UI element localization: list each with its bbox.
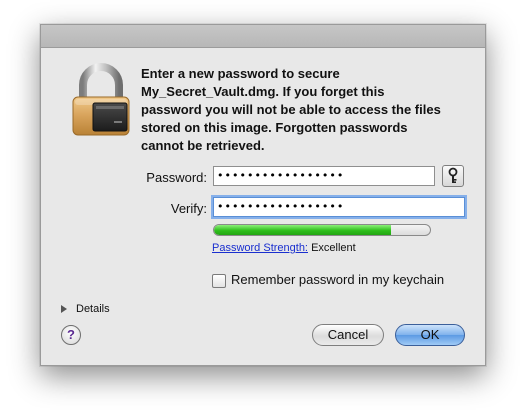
password-dialog: Enter a new password to secure My_Secret… [40, 24, 486, 366]
padlock-icon [69, 61, 133, 137]
key-icon [448, 167, 458, 183]
disclosure-triangle-icon[interactable] [61, 305, 67, 313]
password-strength-link[interactable]: Password Strength: [212, 242, 308, 254]
password-assistant-button[interactable] [442, 165, 464, 187]
password-field[interactable]: ••••••••••••••••• [213, 166, 435, 186]
remember-keychain-checkbox[interactable] [212, 274, 226, 288]
verify-field[interactable]: ••••••••••••••••• [213, 197, 465, 217]
cancel-button[interactable]: Cancel [312, 324, 384, 346]
details-disclosure[interactable]: Details [61, 303, 110, 315]
details-label[interactable]: Details [76, 303, 110, 315]
help-button[interactable]: ? [61, 325, 81, 345]
strength-row: Password Strength: Excellent [212, 242, 356, 254]
password-strength-meter [213, 224, 431, 236]
sheet-title-bar [41, 25, 485, 48]
ok-button[interactable]: OK [395, 324, 465, 346]
remember-keychain-label[interactable]: Remember password in my keychain [231, 272, 444, 287]
verify-label: Verify: [170, 201, 207, 216]
password-strength-value: Excellent [311, 242, 356, 254]
strength-meter-fill [214, 225, 392, 235]
password-label: Password: [146, 170, 207, 185]
dialog-message: Enter a new password to secure My_Secret… [141, 66, 441, 153]
